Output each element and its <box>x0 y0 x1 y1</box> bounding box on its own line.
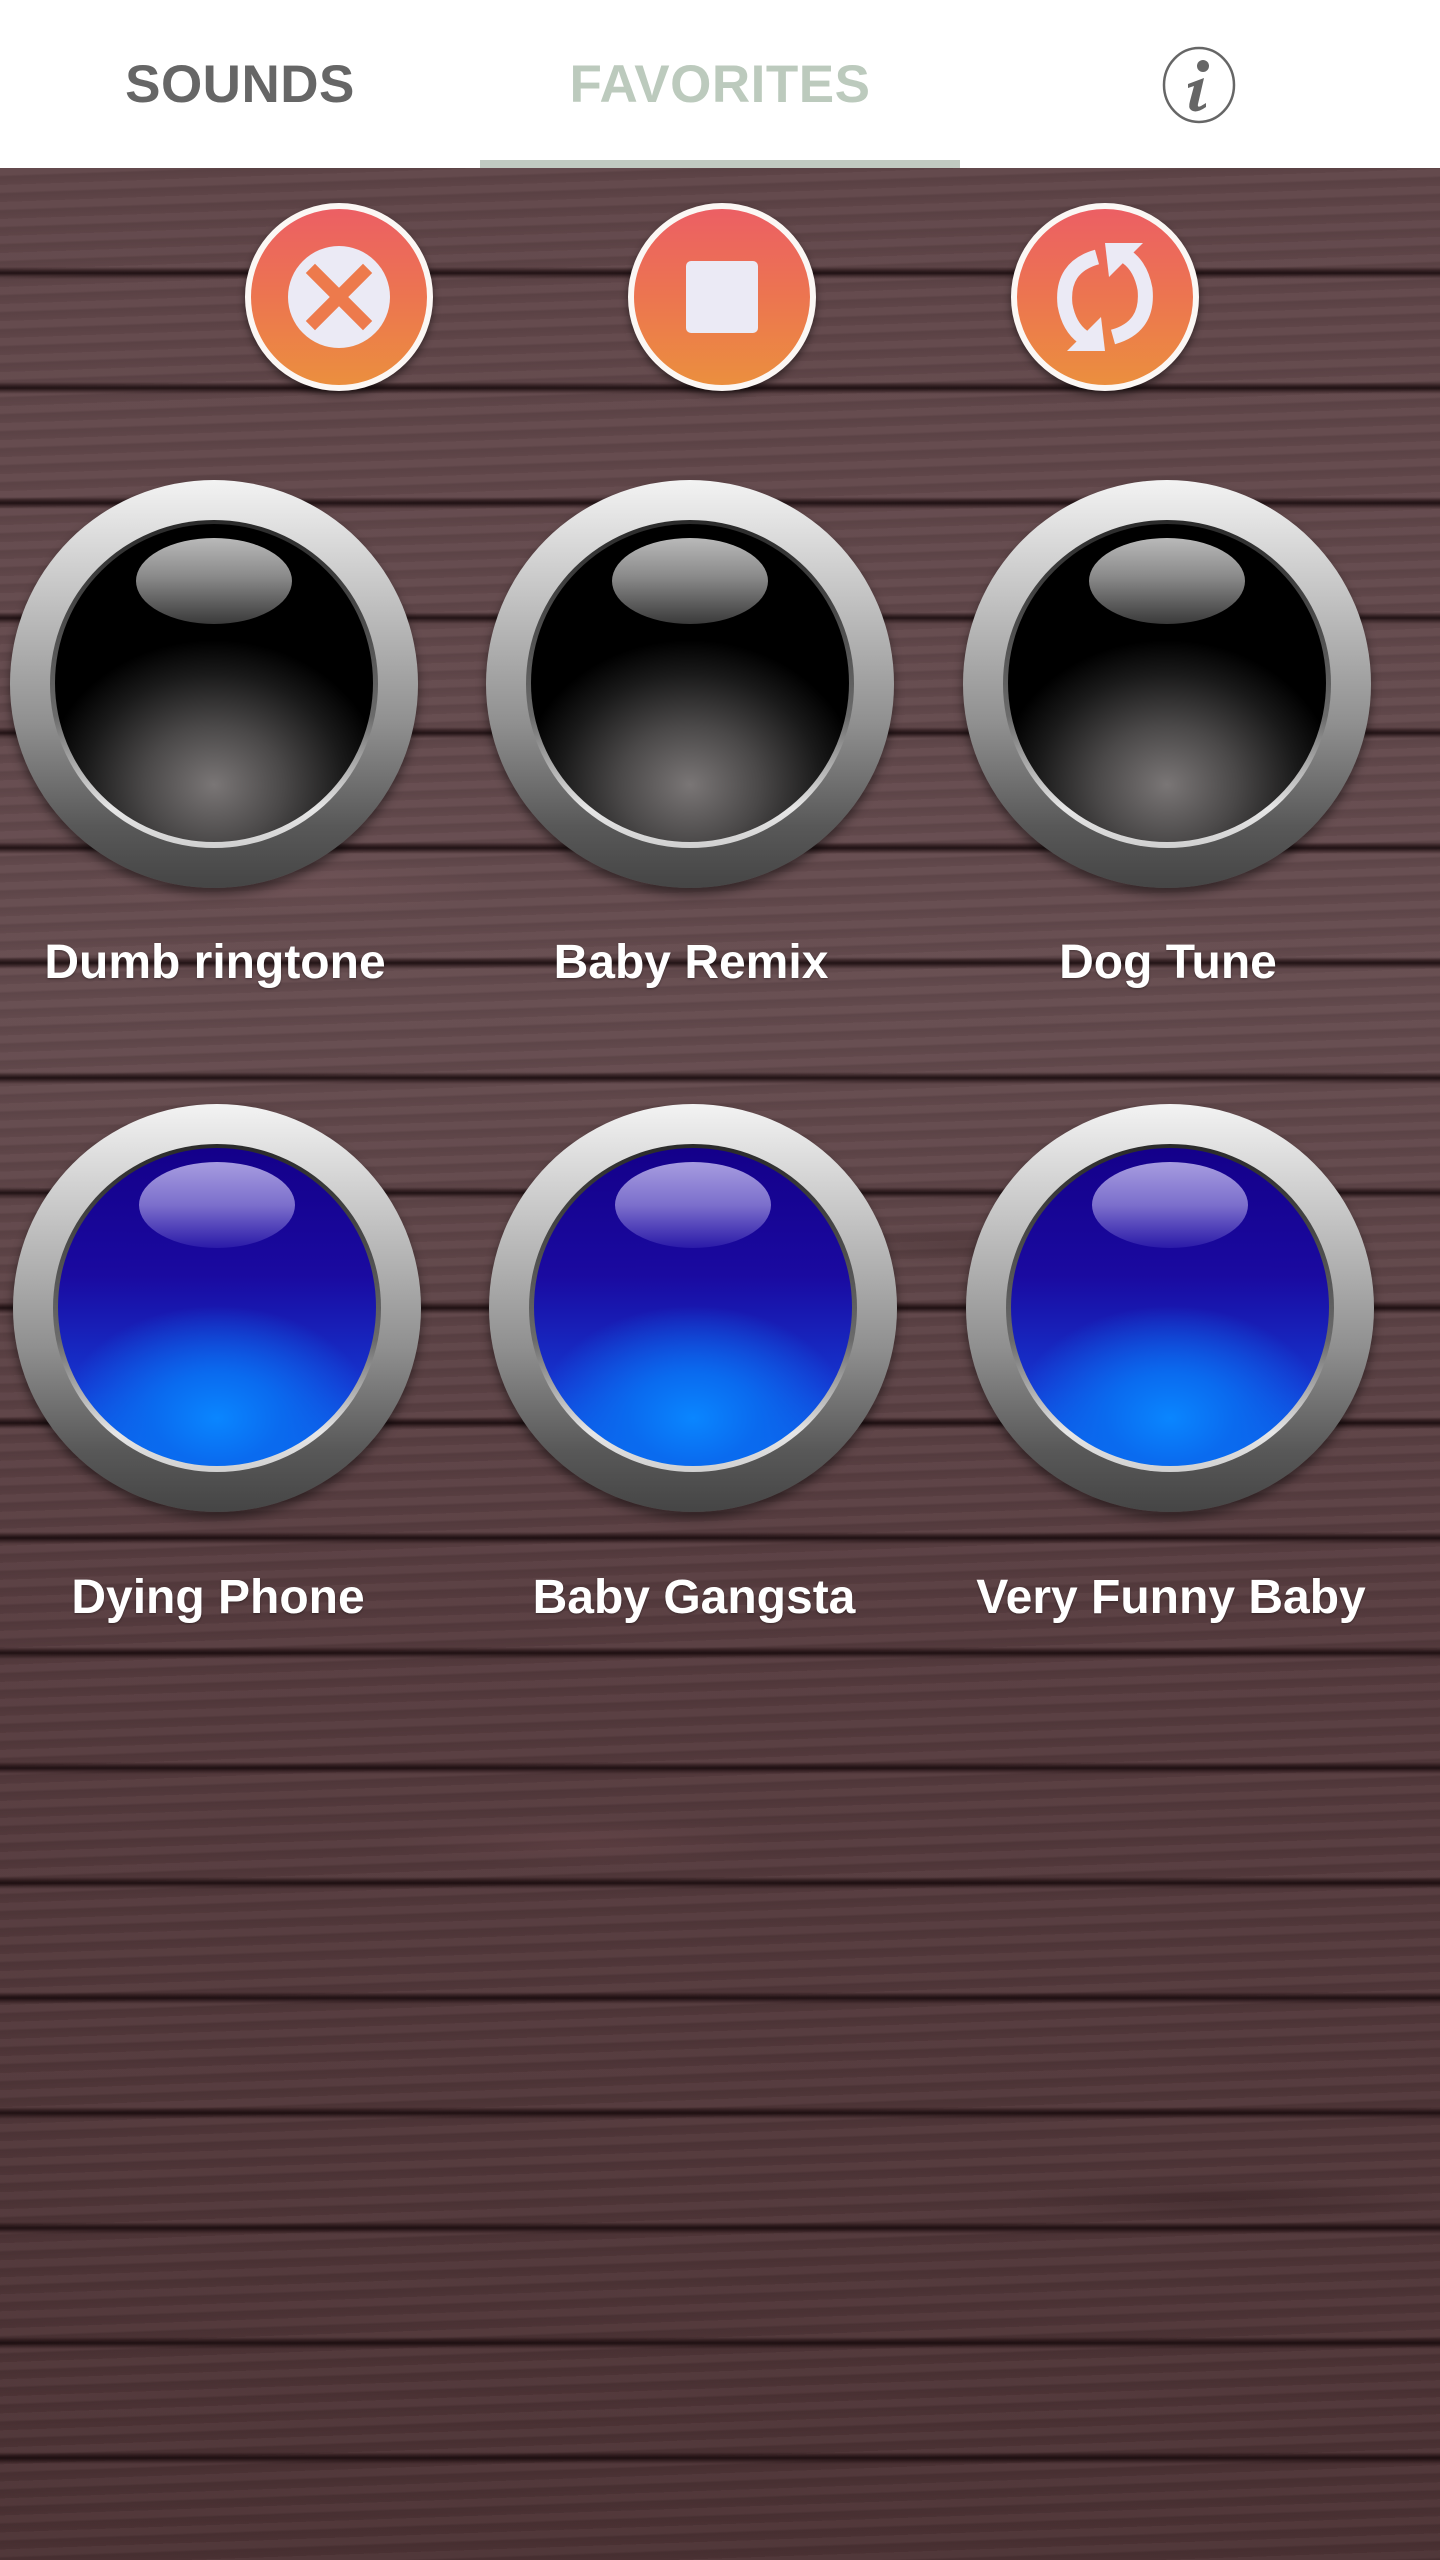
sound-label: Baby Remix <box>553 936 829 989</box>
info-button[interactable] <box>1160 46 1238 124</box>
tab-bar: SOUNDS FAVORITES <box>0 0 1440 168</box>
cancel-button[interactable] <box>245 203 433 391</box>
sound-label: Dumb ringtone <box>44 936 386 989</box>
active-tab-indicator <box>480 160 960 168</box>
tab-sounds-label: SOUNDS <box>125 54 355 114</box>
sound-button-very-funny-baby[interactable]: Very Funny Baby <box>966 1104 1376 1664</box>
sound-label: Dog Tune <box>1059 936 1277 989</box>
blue-sound-knob[interactable] <box>966 1104 1374 1512</box>
sound-button-baby-remix[interactable]: Baby Remix <box>486 480 896 1040</box>
sound-label: Baby Gangsta <box>532 1571 856 1624</box>
black-sound-knob[interactable] <box>10 480 418 888</box>
tab-favorites-label: FAVORITES <box>569 54 871 114</box>
repeat-icon <box>1057 243 1153 351</box>
sound-button-baby-gangsta[interactable]: Baby Gangsta <box>489 1104 899 1664</box>
sound-button-dog-tune[interactable]: Dog Tune <box>963 480 1373 1040</box>
tab-favorites[interactable]: FAVORITES <box>480 0 960 168</box>
blue-sound-knob[interactable] <box>13 1104 421 1512</box>
stop-icon <box>686 261 758 333</box>
sound-button-dying-phone[interactable]: Dying Phone <box>13 1104 423 1664</box>
black-sound-knob[interactable] <box>486 480 894 888</box>
info-icon <box>1162 46 1236 124</box>
stop-button[interactable] <box>628 203 816 391</box>
black-sound-knob[interactable] <box>963 480 1371 888</box>
close-circle-icon <box>288 246 390 348</box>
repeat-button[interactable] <box>1011 203 1199 391</box>
tab-sounds[interactable]: SOUNDS <box>0 0 480 168</box>
sound-label: Dying Phone <box>71 1571 365 1624</box>
sound-button-dumb-ringtone[interactable]: Dumb ringtone <box>10 480 420 1040</box>
blue-sound-knob[interactable] <box>489 1104 897 1512</box>
sound-label: Very Funny Baby <box>976 1571 1366 1624</box>
